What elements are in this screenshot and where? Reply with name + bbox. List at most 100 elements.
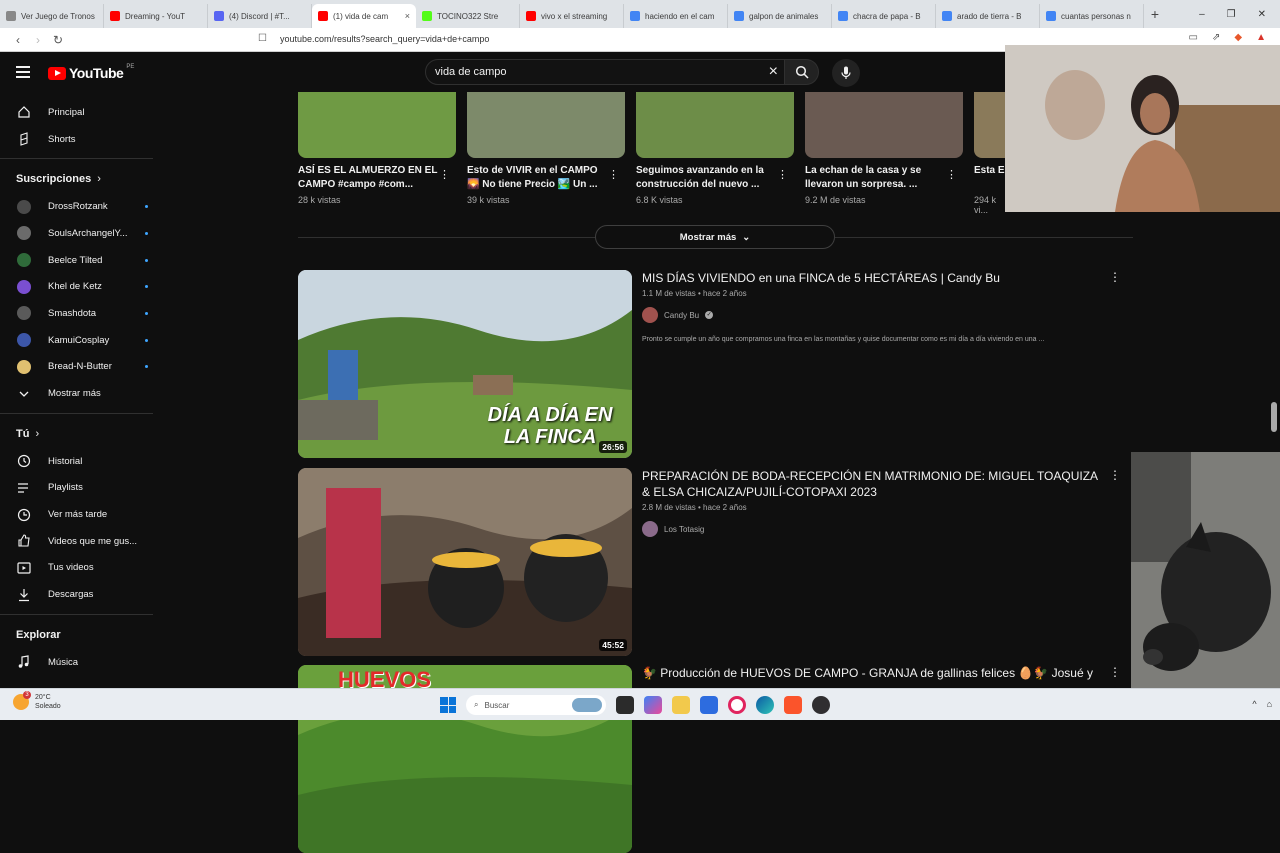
more-actions-icon[interactable]: ⋮ bbox=[946, 168, 957, 181]
subscription-item[interactable]: SoulsArchangelY... bbox=[0, 220, 160, 247]
channel-avatar[interactable] bbox=[642, 521, 658, 537]
minimize-icon[interactable]: – bbox=[1199, 9, 1205, 20]
short-title[interactable]: La echan de la casa y se llevaron un sor… bbox=[805, 164, 945, 192]
rewards-icon[interactable]: ▲ bbox=[1256, 32, 1266, 43]
more-actions-icon[interactable]: ⋮ bbox=[439, 168, 450, 181]
show-more-subscriptions[interactable]: Mostrar más bbox=[0, 380, 160, 407]
opera-icon[interactable] bbox=[728, 696, 746, 714]
sidebar-item[interactable]: Descargas bbox=[0, 581, 160, 608]
reload-icon[interactable]: ↻ bbox=[48, 33, 68, 47]
subscription-item[interactable]: Beelce Tilted bbox=[0, 247, 160, 274]
short-title[interactable]: Esta Es... Felicid... bbox=[974, 164, 1006, 192]
store-icon[interactable] bbox=[700, 696, 718, 714]
video-title[interactable]: MIS DÍAS VIVIENDO en una FINCA de 5 HECT… bbox=[642, 270, 1102, 286]
network-icon[interactable]: ⌂ bbox=[1267, 699, 1272, 709]
subscription-item[interactable]: DrossRotzank bbox=[0, 193, 160, 220]
clear-search-icon[interactable]: × bbox=[769, 63, 778, 81]
short-title[interactable]: Esto de VIVIR en el CAMPO 🌄 No tiene Pre… bbox=[467, 164, 607, 192]
obs-icon[interactable] bbox=[812, 696, 830, 714]
short-thumbnail[interactable] bbox=[974, 92, 1006, 158]
close-window-icon[interactable]: ✕ bbox=[1258, 9, 1266, 20]
sidebar-item[interactable]: Principal bbox=[0, 99, 160, 126]
brave-shield-icon[interactable]: ◆ bbox=[1234, 32, 1242, 43]
maximize-icon[interactable]: ❐ bbox=[1227, 9, 1236, 20]
short-card[interactable]: Esto de VIVIR en el CAMPO 🌄 No tiene Pre… bbox=[467, 92, 625, 205]
new-tab-icon[interactable]: + bbox=[1144, 6, 1166, 22]
browser-tab[interactable]: vivo x el streaming bbox=[520, 4, 624, 28]
subscription-item[interactable]: Khel de Ketz bbox=[0, 273, 160, 300]
video-channel[interactable]: Los Totasig bbox=[642, 521, 1102, 537]
more-actions-icon[interactable]: ⋮ bbox=[1109, 270, 1121, 284]
video-title[interactable]: 🐓 Producción de HUEVOS DE CAMPO - GRANJA… bbox=[642, 665, 1102, 681]
video-title[interactable]: PREPARACIÓN DE BODA-RECEPCIÓN EN MATRIMO… bbox=[642, 468, 1102, 500]
search-input[interactable]: vida de campo × bbox=[425, 59, 785, 85]
sidebar-item[interactable]: Ver más tarde bbox=[0, 501, 160, 528]
sidebar-item[interactable]: Música bbox=[0, 649, 160, 676]
weather-widget[interactable]: 3 20°C Soleado bbox=[13, 691, 61, 711]
sidebar-item[interactable]: Videos que me gus... bbox=[0, 528, 160, 555]
video-thumbnail[interactable]: 45:52 bbox=[298, 468, 632, 656]
bookmark-icon[interactable]: ☐ bbox=[258, 33, 267, 44]
video-thumbnail[interactable]: DÍA A DÍA EN LA FINCA 26:56 bbox=[298, 270, 632, 458]
browser-tab[interactable]: arado de tierra - B bbox=[936, 4, 1040, 28]
sidebar-item[interactable]: Shorts bbox=[0, 126, 160, 153]
browser-tab[interactable]: Dreaming - YouT bbox=[104, 4, 208, 28]
channel-avatar[interactable] bbox=[642, 307, 658, 323]
subscriptions-heading[interactable]: Suscripciones › bbox=[0, 165, 160, 193]
sidebar-item[interactable]: Tus videos bbox=[0, 555, 160, 582]
subscription-item[interactable]: KamuiCosplay bbox=[0, 327, 160, 354]
copilot-icon[interactable] bbox=[644, 696, 662, 714]
youtube-logo[interactable]: YouTube PE bbox=[48, 64, 134, 81]
menu-icon[interactable] bbox=[16, 66, 30, 78]
channel-name[interactable]: Los Totasig bbox=[664, 525, 704, 534]
more-actions-icon[interactable]: ⋮ bbox=[1109, 665, 1121, 679]
page-scrollbar[interactable] bbox=[1271, 402, 1277, 432]
edge-icon[interactable] bbox=[756, 696, 774, 714]
brave-icon[interactable] bbox=[784, 696, 802, 714]
subscription-item[interactable]: Smashdota bbox=[0, 300, 160, 327]
cast-icon[interactable]: ▭ bbox=[1189, 32, 1198, 43]
windows-start-icon[interactable] bbox=[440, 697, 456, 713]
video-meta: 1.1 M de vistas • hace 2 años bbox=[642, 289, 747, 298]
back-icon[interactable]: ‹ bbox=[8, 33, 28, 47]
taskbar-search[interactable]: ⌕ Buscar bbox=[466, 695, 606, 715]
short-thumbnail[interactable] bbox=[298, 92, 456, 158]
short-card[interactable]: La echan de la casa y se llevaron un sor… bbox=[805, 92, 963, 205]
subscription-item[interactable]: Bread-N-Butter bbox=[0, 354, 160, 381]
search-button[interactable] bbox=[785, 59, 819, 85]
channel-name[interactable]: Candy Bu bbox=[664, 311, 699, 320]
file-explorer-icon[interactable] bbox=[672, 696, 690, 714]
short-title[interactable]: ASÍ ES EL ALMUERZO EN EL CAMPO #campo #c… bbox=[298, 164, 438, 192]
short-thumbnail[interactable] bbox=[467, 92, 625, 158]
voice-search-button[interactable] bbox=[832, 59, 860, 87]
you-heading[interactable]: Tú › bbox=[0, 420, 160, 448]
browser-tab[interactable]: Ver Juego de Tronos bbox=[0, 4, 104, 28]
browser-tab[interactable]: cuantas personas n bbox=[1040, 4, 1144, 28]
share-icon[interactable]: ⇗ bbox=[1212, 32, 1220, 43]
sidebar-item[interactable]: Playlists bbox=[0, 475, 160, 502]
browser-tab[interactable]: TOCINO322 Stre bbox=[416, 4, 520, 28]
url-field[interactable]: youtube.com/results?search_query=vida+de… bbox=[280, 34, 489, 44]
video-channel[interactable]: Candy Bu ✓ bbox=[642, 307, 1102, 323]
browser-tab[interactable]: galpon de animales bbox=[728, 4, 832, 28]
subscription-name: KamuiCosplay bbox=[48, 334, 110, 346]
browser-tab[interactable]: (1) vida de cam × bbox=[312, 4, 416, 28]
more-actions-icon[interactable]: ⋮ bbox=[777, 168, 788, 181]
task-view-icon[interactable] bbox=[616, 696, 634, 714]
browser-tab[interactable]: (4) Discord | #T... bbox=[208, 4, 312, 28]
short-card[interactable]: Esta Es... Felicid... 294 k vi... bbox=[974, 92, 1006, 215]
short-title[interactable]: Seguimos avanzando en la construcción de… bbox=[636, 164, 776, 192]
more-actions-icon[interactable]: ⋮ bbox=[608, 168, 619, 181]
short-card[interactable]: ASÍ ES EL ALMUERZO EN EL CAMPO #campo #c… bbox=[298, 92, 456, 205]
tray-chevron-icon[interactable]: ^ bbox=[1252, 699, 1256, 709]
short-thumbnail[interactable] bbox=[805, 92, 963, 158]
browser-tab[interactable]: haciendo en el cam bbox=[624, 4, 728, 28]
close-tab-icon[interactable]: × bbox=[405, 11, 410, 21]
sidebar-item[interactable]: Historial bbox=[0, 448, 160, 475]
more-actions-icon[interactable]: ⋮ bbox=[1109, 468, 1121, 482]
show-more-button[interactable]: Mostrar más ⌄ bbox=[595, 225, 835, 249]
short-card[interactable]: Seguimos avanzando en la construcción de… bbox=[636, 92, 794, 205]
browser-tab[interactable]: chacra de papa - B bbox=[832, 4, 936, 28]
short-thumbnail[interactable] bbox=[636, 92, 794, 158]
forward-icon[interactable]: › bbox=[28, 33, 48, 47]
